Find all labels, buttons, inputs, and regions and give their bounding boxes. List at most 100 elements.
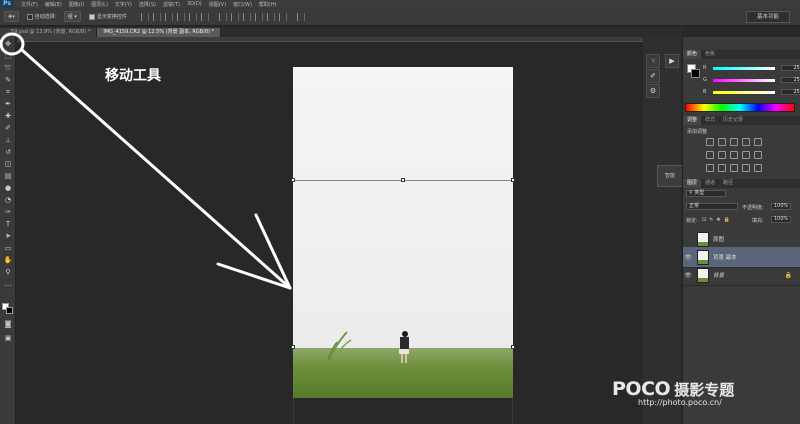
move-tool-icon: ✥▾	[8, 13, 15, 20]
distribute-top-icon[interactable]	[218, 12, 227, 21]
lock-icons[interactable]: ⊡✎✥🔒	[702, 217, 733, 223]
red-track[interactable]	[713, 66, 775, 70]
menu-file[interactable]: 文件(F)	[21, 1, 38, 8]
eye-icon[interactable]: 👁	[683, 272, 693, 279]
posterize-icon[interactable]	[718, 164, 726, 172]
black-white-icon[interactable]	[730, 151, 738, 159]
show-transform-label: 显示变换控件	[96, 14, 127, 20]
invert-icon[interactable]	[706, 164, 714, 172]
play-icon[interactable]: ▶	[665, 54, 679, 68]
distribute-hcenter-icon[interactable]	[266, 12, 275, 21]
align-left-icon[interactable]	[176, 12, 185, 21]
eye-icon[interactable]: 👁	[683, 254, 693, 261]
menu-edit[interactable]: 编辑(E)	[45, 1, 62, 8]
distribute-right-icon[interactable]	[278, 12, 287, 21]
tab-paths[interactable]: 路径	[719, 179, 737, 188]
channel-mixer-icon[interactable]	[754, 151, 762, 159]
gradient-map-icon[interactable]	[742, 164, 750, 172]
blend-mode-dropdown[interactable]: 正常	[686, 203, 738, 210]
menu-image[interactable]: 图像(I)	[69, 1, 84, 8]
photo-filter-icon[interactable]	[742, 151, 750, 159]
tab-history[interactable]: 历史记录	[719, 116, 747, 125]
tab-color[interactable]: 颜色	[683, 50, 702, 59]
transform-bounding-box[interactable]	[291, 178, 515, 398]
green-slider[interactable]: G 255	[703, 76, 800, 84]
watermark-logo: POCO	[612, 378, 671, 400]
layer-row[interactable]: 👁 背景 🔒	[683, 265, 800, 286]
canvas-guides	[293, 398, 513, 424]
menu-bar: Ps 文件(F) 编辑(E) 图像(I) 图层(L) 文字(Y) 选择(S) 滤…	[0, 0, 800, 8]
align-hcenter-icon[interactable]	[188, 12, 197, 21]
opacity-field[interactable]: 100%	[771, 203, 791, 210]
green-value[interactable]: 255	[781, 77, 800, 83]
menu-type[interactable]: 文字(Y)	[115, 1, 132, 8]
curves-icon[interactable]	[730, 138, 738, 146]
layer-kind-filter[interactable]: ⚲ 类型	[686, 190, 726, 197]
tab-adjustments[interactable]: 调整	[683, 116, 702, 125]
color-balance-icon[interactable]	[718, 151, 726, 159]
vibrance-icon[interactable]	[754, 138, 762, 146]
threshold-icon[interactable]	[730, 164, 738, 172]
auto-align-icon[interactable]	[296, 12, 305, 21]
menu-view[interactable]: 视图(V)	[209, 1, 226, 8]
levels-icon[interactable]	[718, 138, 726, 146]
menu-select[interactable]: 选择(S)	[139, 1, 156, 8]
menu-help[interactable]: 帮助(H)	[259, 1, 277, 8]
quick-mask-icon[interactable]: ◙	[3, 319, 13, 329]
properties-icon[interactable]: ⚙	[646, 84, 660, 98]
align-top-icon[interactable]	[140, 12, 149, 21]
collapsed-panel-button[interactable]: 智能	[657, 165, 683, 187]
layers-panel-tabs: 图层 通道 路径	[683, 179, 800, 188]
green-label: G	[703, 77, 707, 83]
auto-select-label: 自动选择：	[34, 14, 60, 20]
exposure-icon[interactable]	[742, 138, 750, 146]
adjust-title: 添加调整	[687, 129, 708, 135]
distribute-left-icon[interactable]	[254, 12, 263, 21]
transform-handle-left[interactable]	[291, 345, 295, 349]
chevron-down-icon: ▾	[72, 13, 77, 20]
distribute-bottom-icon[interactable]	[242, 12, 251, 21]
fill-field[interactable]: 100%	[771, 216, 791, 223]
screen-mode-icon[interactable]: ▣	[3, 333, 13, 343]
workspace-switcher[interactable]: 基本功能	[746, 11, 790, 23]
red-value[interactable]: 255	[781, 65, 800, 71]
layer-name: 背景	[713, 273, 725, 279]
auto-select-dropdown[interactable]: 组 ▾	[63, 11, 81, 22]
hue-saturation-icon[interactable]	[706, 151, 714, 159]
menu-filter[interactable]: 滤镜(T)	[163, 1, 180, 8]
background-color-swatch[interactable]	[6, 307, 13, 314]
lock-icon: 🔒	[784, 271, 792, 279]
transform-handle-top-right[interactable]	[511, 178, 515, 182]
tab-layers[interactable]: 图层	[683, 179, 702, 188]
align-right-icon[interactable]	[200, 12, 209, 21]
auto-select-checkbox[interactable]	[26, 13, 33, 20]
transform-handle-right[interactable]	[511, 345, 515, 349]
blue-value[interactable]: 255	[781, 89, 800, 95]
brush-preset-icon[interactable]: ✐	[646, 69, 660, 83]
brightness-icon[interactable]	[706, 138, 714, 146]
blue-track[interactable]	[713, 90, 775, 94]
green-track[interactable]	[713, 78, 775, 82]
menu-3d[interactable]: 3D(D)	[187, 1, 202, 7]
color-spectrum-bar[interactable]	[685, 103, 795, 112]
red-slider[interactable]: R 255	[703, 64, 800, 72]
tab-channels[interactable]: 通道	[701, 179, 719, 188]
distribute-vcenter-icon[interactable]	[230, 12, 239, 21]
menu-window[interactable]: 窗口(W)	[233, 1, 252, 8]
align-bottom-icon[interactable]	[164, 12, 173, 21]
transform-handle-top[interactable]	[401, 178, 405, 182]
red-label: R	[703, 65, 707, 71]
tab-styles[interactable]: 样式	[701, 116, 719, 125]
tool-presets-icon[interactable]: ☟	[646, 54, 660, 68]
watermark-url: http://photo.poco.cn/	[638, 398, 722, 407]
tool-preset-picker[interactable]: ✥▾	[4, 11, 19, 22]
tab-swatches[interactable]: 色板	[701, 50, 719, 59]
annotation-label: 移动工具	[105, 68, 161, 84]
blend-mode-value: 正常	[689, 203, 700, 209]
show-transform-checkbox[interactable]	[88, 13, 95, 20]
bg-swatch[interactable]	[691, 69, 700, 78]
selective-color-icon[interactable]	[754, 164, 762, 172]
align-vcenter-icon[interactable]	[152, 12, 161, 21]
menu-layer[interactable]: 图层(L)	[91, 1, 108, 8]
blue-slider[interactable]: B 255	[703, 88, 800, 96]
